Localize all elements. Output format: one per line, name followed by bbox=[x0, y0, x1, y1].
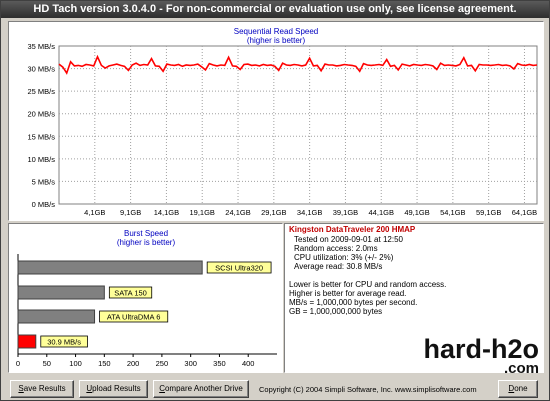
read-x-tick-label: 54,1GB bbox=[440, 208, 465, 217]
burst-bar bbox=[17, 334, 37, 349]
read-x-tick-label: 44,1GB bbox=[369, 208, 394, 217]
read-x-tick-label: 34,1GB bbox=[297, 208, 322, 217]
compare-another-drive-button[interactable]: Compare Another Drive bbox=[153, 380, 249, 398]
average-read: Average read: 30.8 MB/s bbox=[294, 262, 383, 271]
save-results-button[interactable]: Save Results bbox=[10, 380, 74, 398]
hard-h2o-logo: hard-h2o .com bbox=[423, 334, 539, 374]
burst-x-tick-label: 0 bbox=[16, 359, 20, 368]
save-label: ave Results bbox=[23, 384, 66, 393]
read-y-tick-label: 35 MB/s bbox=[27, 42, 55, 51]
burst-chart-bars: SCSI Ultra320 SATA 150 ATA UltraDMA 6 30.9 … bbox=[17, 260, 272, 349]
burst-chart-subtitle: (higher is better) bbox=[117, 238, 176, 247]
burst-x-tick-label: 100 bbox=[69, 359, 82, 368]
read-x-tick-label: 19,1GB bbox=[190, 208, 215, 217]
drive-name: Kingston DataTraveler 200 HMAP bbox=[289, 225, 416, 234]
read-chart-y-axis: 35 MB/s 30 MB/s 25 MB/s 20 MB/s 15 MB/s 10 MB… bbox=[27, 42, 55, 209]
burst-x-tick-label: 300 bbox=[184, 359, 197, 368]
burst-bar-label: 30.9 MB/s bbox=[47, 338, 81, 347]
logo-domain: .com bbox=[504, 360, 539, 374]
burst-bar bbox=[17, 309, 96, 324]
read-y-tick-label: 0 MB/s bbox=[32, 200, 56, 209]
burst-bar-label: SATA 150 bbox=[114, 289, 147, 298]
upload-results-button[interactable]: Upload Results bbox=[79, 380, 148, 398]
read-y-tick-label: 10 MB/s bbox=[27, 155, 55, 164]
note-gb-definition: GB = 1,000,000,000 bytes bbox=[289, 307, 383, 316]
hd-tach-window: HD Tach version 3.0.4.0 - For non-commer… bbox=[0, 0, 550, 401]
copyright-text: Copyright (C) 2004 Simpli Software, Inc.… bbox=[259, 385, 477, 394]
sequential-read-chart: Sequential Read Speed (higher is better)… bbox=[27, 27, 538, 217]
burst-x-tick-label: 50 bbox=[43, 359, 51, 368]
burst-speed-panel: Burst Speed (higher is better) 0 50 100 150… bbox=[8, 223, 283, 373]
cpu-utilization: CPU utilization: 3% (+/- 2%) bbox=[294, 253, 394, 262]
read-y-tick-label: 30 MB/s bbox=[27, 65, 55, 74]
burst-x-tick-label: 350 bbox=[213, 359, 226, 368]
burst-x-tick-label: 400 bbox=[242, 359, 255, 368]
note-mbs-definition: MB/s = 1,000,000 bytes per second. bbox=[289, 298, 418, 307]
done-label: one bbox=[514, 384, 528, 393]
read-x-tick-label: 39,1GB bbox=[333, 208, 358, 217]
read-y-tick-label: 25 MB/s bbox=[27, 87, 55, 96]
sequential-read-panel: Sequential Read Speed (higher is better)… bbox=[8, 21, 544, 221]
burst-bar-label: SCSI Ultra320 bbox=[215, 264, 263, 273]
read-y-tick-label: 15 MB/s bbox=[27, 132, 55, 141]
read-x-tick-label: 29,1GB bbox=[261, 208, 286, 217]
random-access: Random access: 2.0ms bbox=[294, 244, 378, 253]
read-x-tick-label: 59,1GB bbox=[476, 208, 501, 217]
note-higher-better: Higher is better for average read. bbox=[289, 289, 407, 298]
burst-speed-chart: Burst Speed (higher is better) 0 50 100 150… bbox=[16, 229, 277, 368]
read-x-tick-label: 9,1GB bbox=[120, 208, 141, 217]
read-y-tick-label: 20 MB/s bbox=[27, 110, 55, 119]
window-title: HD Tach version 3.0.4.0 - For non-commer… bbox=[1, 1, 549, 18]
read-y-tick-label: 5 MB/s bbox=[32, 177, 56, 186]
burst-chart-title: Burst Speed bbox=[124, 229, 168, 238]
read-chart-title: Sequential Read Speed bbox=[234, 27, 319, 36]
read-chart-grid bbox=[58, 45, 538, 205]
burst-x-tick-label: 250 bbox=[156, 359, 169, 368]
read-x-tick-label: 49,1GB bbox=[404, 208, 429, 217]
read-x-tick-label: 64,1GB bbox=[512, 208, 537, 217]
burst-bar-label: ATA UltraDMA 6 bbox=[107, 313, 161, 322]
read-chart-x-axis: 4,1GB 9,1GB 14,1GB 19,1GB 24,1GB 29,1GB 34,1GB… bbox=[84, 208, 537, 217]
tested-date: Tested on 2009-09-01 at 12:50 bbox=[294, 235, 403, 244]
burst-bar bbox=[17, 260, 203, 275]
read-x-tick-label: 14,1GB bbox=[154, 208, 179, 217]
upload-label: pload Results bbox=[92, 384, 141, 393]
read-chart-subtitle: (higher is better) bbox=[247, 36, 306, 45]
compare-label: ompare Another Drive bbox=[164, 384, 243, 393]
burst-x-tick-label: 200 bbox=[127, 359, 140, 368]
done-button[interactable]: Done bbox=[498, 380, 538, 398]
read-x-tick-label: 4,1GB bbox=[84, 208, 105, 217]
note-lower-better: Lower is better for CPU and random acces… bbox=[289, 280, 447, 289]
burst-x-tick-label: 150 bbox=[98, 359, 111, 368]
burst-bar bbox=[17, 285, 105, 300]
read-x-tick-label: 24,1GB bbox=[225, 208, 250, 217]
